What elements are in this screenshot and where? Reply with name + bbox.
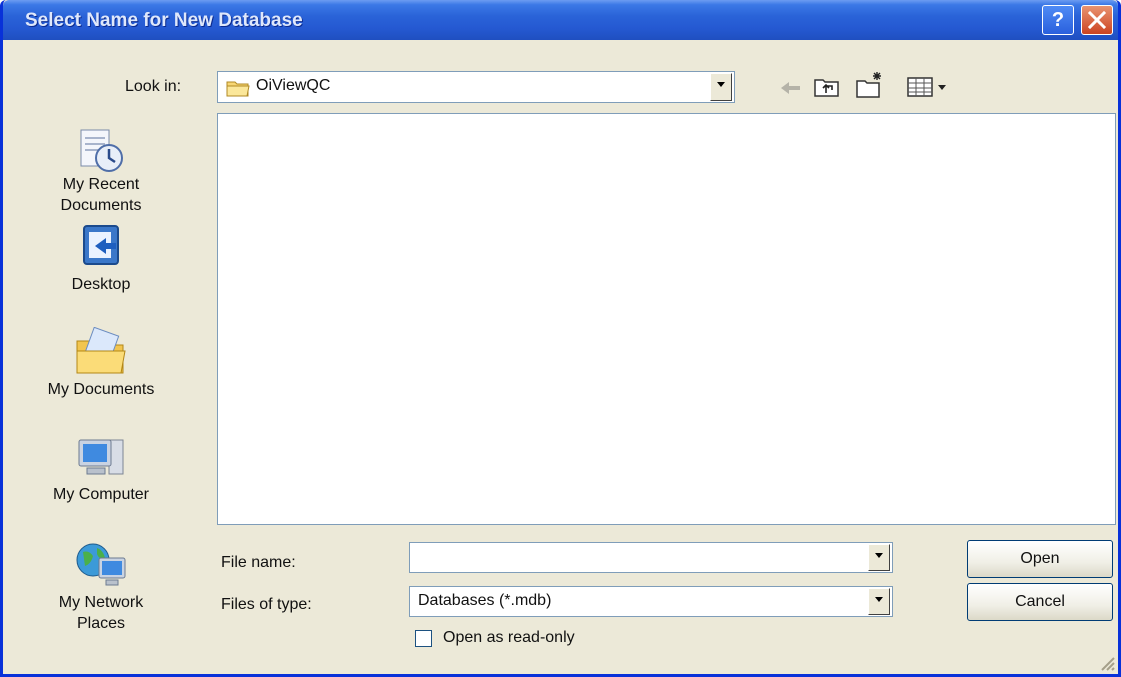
place-label: Desktop: [71, 276, 131, 293]
file-list[interactable]: [217, 113, 1116, 525]
open-button[interactable]: Open: [967, 540, 1113, 578]
resize-grip-icon[interactable]: [1096, 652, 1116, 672]
close-button[interactable]: [1081, 5, 1113, 35]
desktop-icon: [83, 225, 119, 265]
my-documents-icon: [76, 327, 126, 374]
back-icon[interactable]: [779, 78, 803, 98]
window-title: Select Name for New Database: [25, 10, 303, 31]
recent-documents-icon: [80, 129, 123, 172]
place-label: My Computer: [52, 486, 150, 503]
help-button[interactable]: ?: [1042, 5, 1074, 35]
look-in-label: Look in:: [125, 78, 182, 95]
title-bar[interactable]: Select Name for New Database ?: [3, 0, 1118, 40]
files-of-type-label: Files of type:: [221, 596, 312, 613]
place-label: My Documents: [47, 381, 155, 398]
files-of-type-dropdown-arrow[interactable]: [868, 588, 890, 615]
cancel-button[interactable]: Cancel: [967, 583, 1113, 621]
place-my-documents[interactable]: My Documents: [27, 327, 175, 399]
look-in-dropdown[interactable]: OiViewQC: [217, 71, 735, 103]
file-name-label: File name:: [221, 554, 296, 571]
files-of-type-value: Databases (*.mdb): [418, 592, 552, 609]
place-network-places[interactable]: My Network Places: [27, 540, 175, 634]
place-my-computer[interactable]: My Computer: [27, 436, 175, 504]
folder-icon: [226, 81, 250, 97]
dialog-window: Select Name for New Database ? Look in: …: [0, 0, 1121, 677]
read-only-label: Open as read-only: [443, 629, 575, 646]
close-icon: [1087, 11, 1107, 29]
network-places-icon: [76, 543, 126, 586]
my-computer-icon: [78, 439, 124, 475]
file-name-field[interactable]: [409, 542, 893, 573]
files-of-type-dropdown[interactable]: Databases (*.mdb): [409, 586, 893, 617]
place-label: My Recent Documents: [60, 176, 142, 214]
file-name-dropdown-arrow[interactable]: [868, 544, 890, 571]
look-in-dropdown-arrow[interactable]: [710, 73, 732, 101]
place-recent-documents[interactable]: My Recent Documents: [27, 128, 175, 216]
look-in-value: OiViewQC: [256, 77, 331, 94]
up-folder-icon[interactable]: [813, 75, 841, 99]
new-folder-icon[interactable]: [855, 70, 885, 100]
read-only-checkbox[interactable]: [415, 630, 432, 647]
place-label: My Network Places: [58, 594, 144, 632]
views-menu-icon[interactable]: [907, 76, 949, 98]
place-desktop[interactable]: Desktop: [27, 224, 175, 294]
